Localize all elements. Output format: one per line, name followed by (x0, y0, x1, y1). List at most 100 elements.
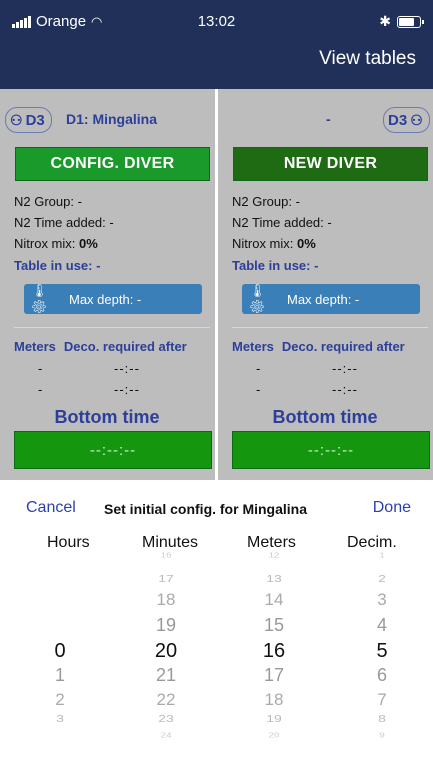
n2-time-added: N2 Time added: - (232, 215, 332, 230)
clock: 13:02 (197, 13, 236, 30)
thermometer-gear-icon: 🌡⚙ (249, 283, 266, 314)
status-right: ✱ (379, 13, 424, 30)
nitrox-value: 0% (297, 236, 316, 251)
deco-time: --:-- (332, 361, 358, 376)
diver-icon: ⚇ (410, 111, 423, 128)
deco-time: --:-- (114, 361, 140, 376)
deco-time: --:-- (114, 382, 140, 397)
deco-table-header: Meters Deco. required after (232, 339, 405, 354)
nitrox-label: Nitrox mix: (14, 236, 79, 251)
picker-minutes-option[interactable]: 22 (136, 690, 196, 710)
picker-meters-option[interactable]: 19 (244, 712, 304, 724)
picker-minutes-option[interactable]: 20 (136, 640, 196, 663)
picker-decim-option[interactable]: 7 (352, 690, 412, 710)
max-depth-button[interactable]: 🌡⚙ Max depth: - (24, 283, 202, 314)
n2-time-added: N2 Time added: - (14, 215, 114, 230)
picker-toolbar: Cancel Set initial config. for Mingalina… (0, 480, 433, 522)
picker-meters-option[interactable]: 20 (244, 731, 304, 739)
picker-meters-option[interactable]: 12 (244, 551, 304, 559)
deco-table-header: Meters Deco. required after (14, 339, 187, 354)
deco-header: Deco. required after (63, 339, 187, 354)
nitrox-mix: Nitrox mix: 0% (232, 236, 316, 251)
diver-icon: ⚇ (10, 111, 23, 128)
picker-hours-option[interactable]: 3 (30, 712, 90, 724)
deco-time: --:-- (332, 382, 358, 397)
picker-minutes-option[interactable]: 18 (136, 590, 196, 610)
new-diver-button[interactable]: NEW DIVER (233, 147, 428, 181)
table-in-use: Table in use: - (14, 258, 101, 273)
battery-icon (397, 15, 424, 28)
picker-decim-option[interactable]: 1 (352, 551, 412, 559)
app-main-view: Orange ◠ 13:02 ✱ View tables ⚇ D3 D1: Mi… (0, 0, 433, 480)
picker-meters-option[interactable]: 17 (244, 665, 304, 686)
deco-meters: - (256, 382, 261, 397)
picker-hours-option[interactable]: 1 (30, 665, 90, 686)
picker-decim-option[interactable]: 4 (352, 615, 412, 636)
bluetooth-icon: ✱ (379, 13, 391, 29)
picker-title: Set initial config. for Mingalina (104, 501, 308, 517)
done-button[interactable]: Done (373, 499, 411, 517)
bottom-time-display[interactable]: --:--:-- (14, 431, 212, 469)
picker-minutes-option[interactable]: 17 (136, 572, 196, 584)
badge-label: D3 (25, 111, 45, 129)
deco-meters: - (38, 361, 43, 376)
hours-column-header: Hours (47, 534, 90, 551)
picker-meters-option[interactable]: 15 (244, 615, 304, 636)
config-diver-button[interactable]: CONFIG. DIVER (15, 147, 210, 181)
max-depth-label: Max depth: - (287, 291, 360, 307)
picker-meters-option[interactable]: 16 (244, 640, 304, 663)
badge-label: D3 (388, 111, 408, 129)
meters-header: Meters (232, 339, 274, 354)
navigation-bar: Orange ◠ 13:02 ✱ View tables (0, 0, 433, 89)
panel-header: - D3 ⚇ (218, 107, 432, 133)
diver-name: D1: Mingalina (66, 111, 158, 127)
diver-panel-left: ⚇ D3 D1: Mingalina CONFIG. DIVER N2 Grou… (0, 89, 214, 480)
deco-meters: - (38, 382, 43, 397)
meters-header: Meters (14, 339, 56, 354)
picker-decim-option[interactable]: 5 (352, 640, 412, 663)
max-depth-label: Max depth: - (69, 291, 142, 307)
panel-header: ⚇ D3 D1: Mingalina (0, 107, 214, 133)
picker-decim-option[interactable]: 2 (352, 572, 412, 584)
diver-panel-right: - D3 ⚇ NEW DIVER N2 Group: - N2 Time add… (218, 89, 432, 480)
table-in-use: Table in use: - (232, 258, 319, 273)
deco-header: Deco. required after (281, 339, 405, 354)
view-tables-button[interactable]: View tables (319, 48, 416, 70)
n2-group: N2 Group: - (232, 194, 300, 209)
dive-computer-badge[interactable]: ⚇ D3 (5, 107, 52, 133)
picker-hours-option[interactable]: 0 (30, 640, 90, 663)
deco-meters: - (256, 361, 261, 376)
picker-meters-option[interactable]: 14 (244, 590, 304, 610)
picker-decim-option[interactable]: 6 (352, 665, 412, 686)
picker-minutes-option[interactable]: 24 (136, 731, 196, 739)
picker-hours-option[interactable]: 2 (30, 690, 90, 710)
picker-minutes-option[interactable]: 16 (136, 551, 196, 559)
config-picker-sheet: Cancel Set initial config. for Mingalina… (0, 480, 433, 778)
picker-meters-option[interactable]: 13 (244, 572, 304, 584)
max-depth-button[interactable]: 🌡⚙ Max depth: - (242, 283, 420, 314)
diver-name: - (326, 111, 331, 127)
picker-minutes-option[interactable]: 19 (136, 615, 196, 636)
picker-decim-option[interactable]: 8 (352, 712, 412, 724)
picker-decim-option[interactable]: 9 (352, 731, 412, 739)
nitrox-value: 0% (79, 236, 98, 251)
picker-minutes-option[interactable]: 21 (136, 665, 196, 686)
dive-computer-badge[interactable]: D3 ⚇ (383, 107, 430, 133)
status-bar: Orange ◠ 13:02 ✱ (0, 13, 433, 35)
thermometer-gear-icon: 🌡⚙ (31, 283, 48, 314)
separator (232, 327, 428, 328)
minutes-column-header: Minutes (142, 534, 199, 551)
bottom-time-label: Bottom time (272, 407, 378, 427)
nitrox-label: Nitrox mix: (232, 236, 297, 251)
cancel-button[interactable]: Cancel (26, 499, 76, 517)
decim-column-header: Decim. (347, 534, 397, 551)
separator (14, 327, 210, 328)
picker-meters-option[interactable]: 18 (244, 690, 304, 710)
bottom-time-display[interactable]: --:--:-- (232, 431, 430, 469)
meters-column-header: Meters (247, 534, 296, 551)
n2-group: N2 Group: - (14, 194, 82, 209)
nitrox-mix: Nitrox mix: 0% (14, 236, 98, 251)
picker-decim-option[interactable]: 3 (352, 590, 412, 610)
picker-minutes-option[interactable]: 23 (136, 712, 196, 724)
bottom-time-label: Bottom time (54, 407, 160, 427)
